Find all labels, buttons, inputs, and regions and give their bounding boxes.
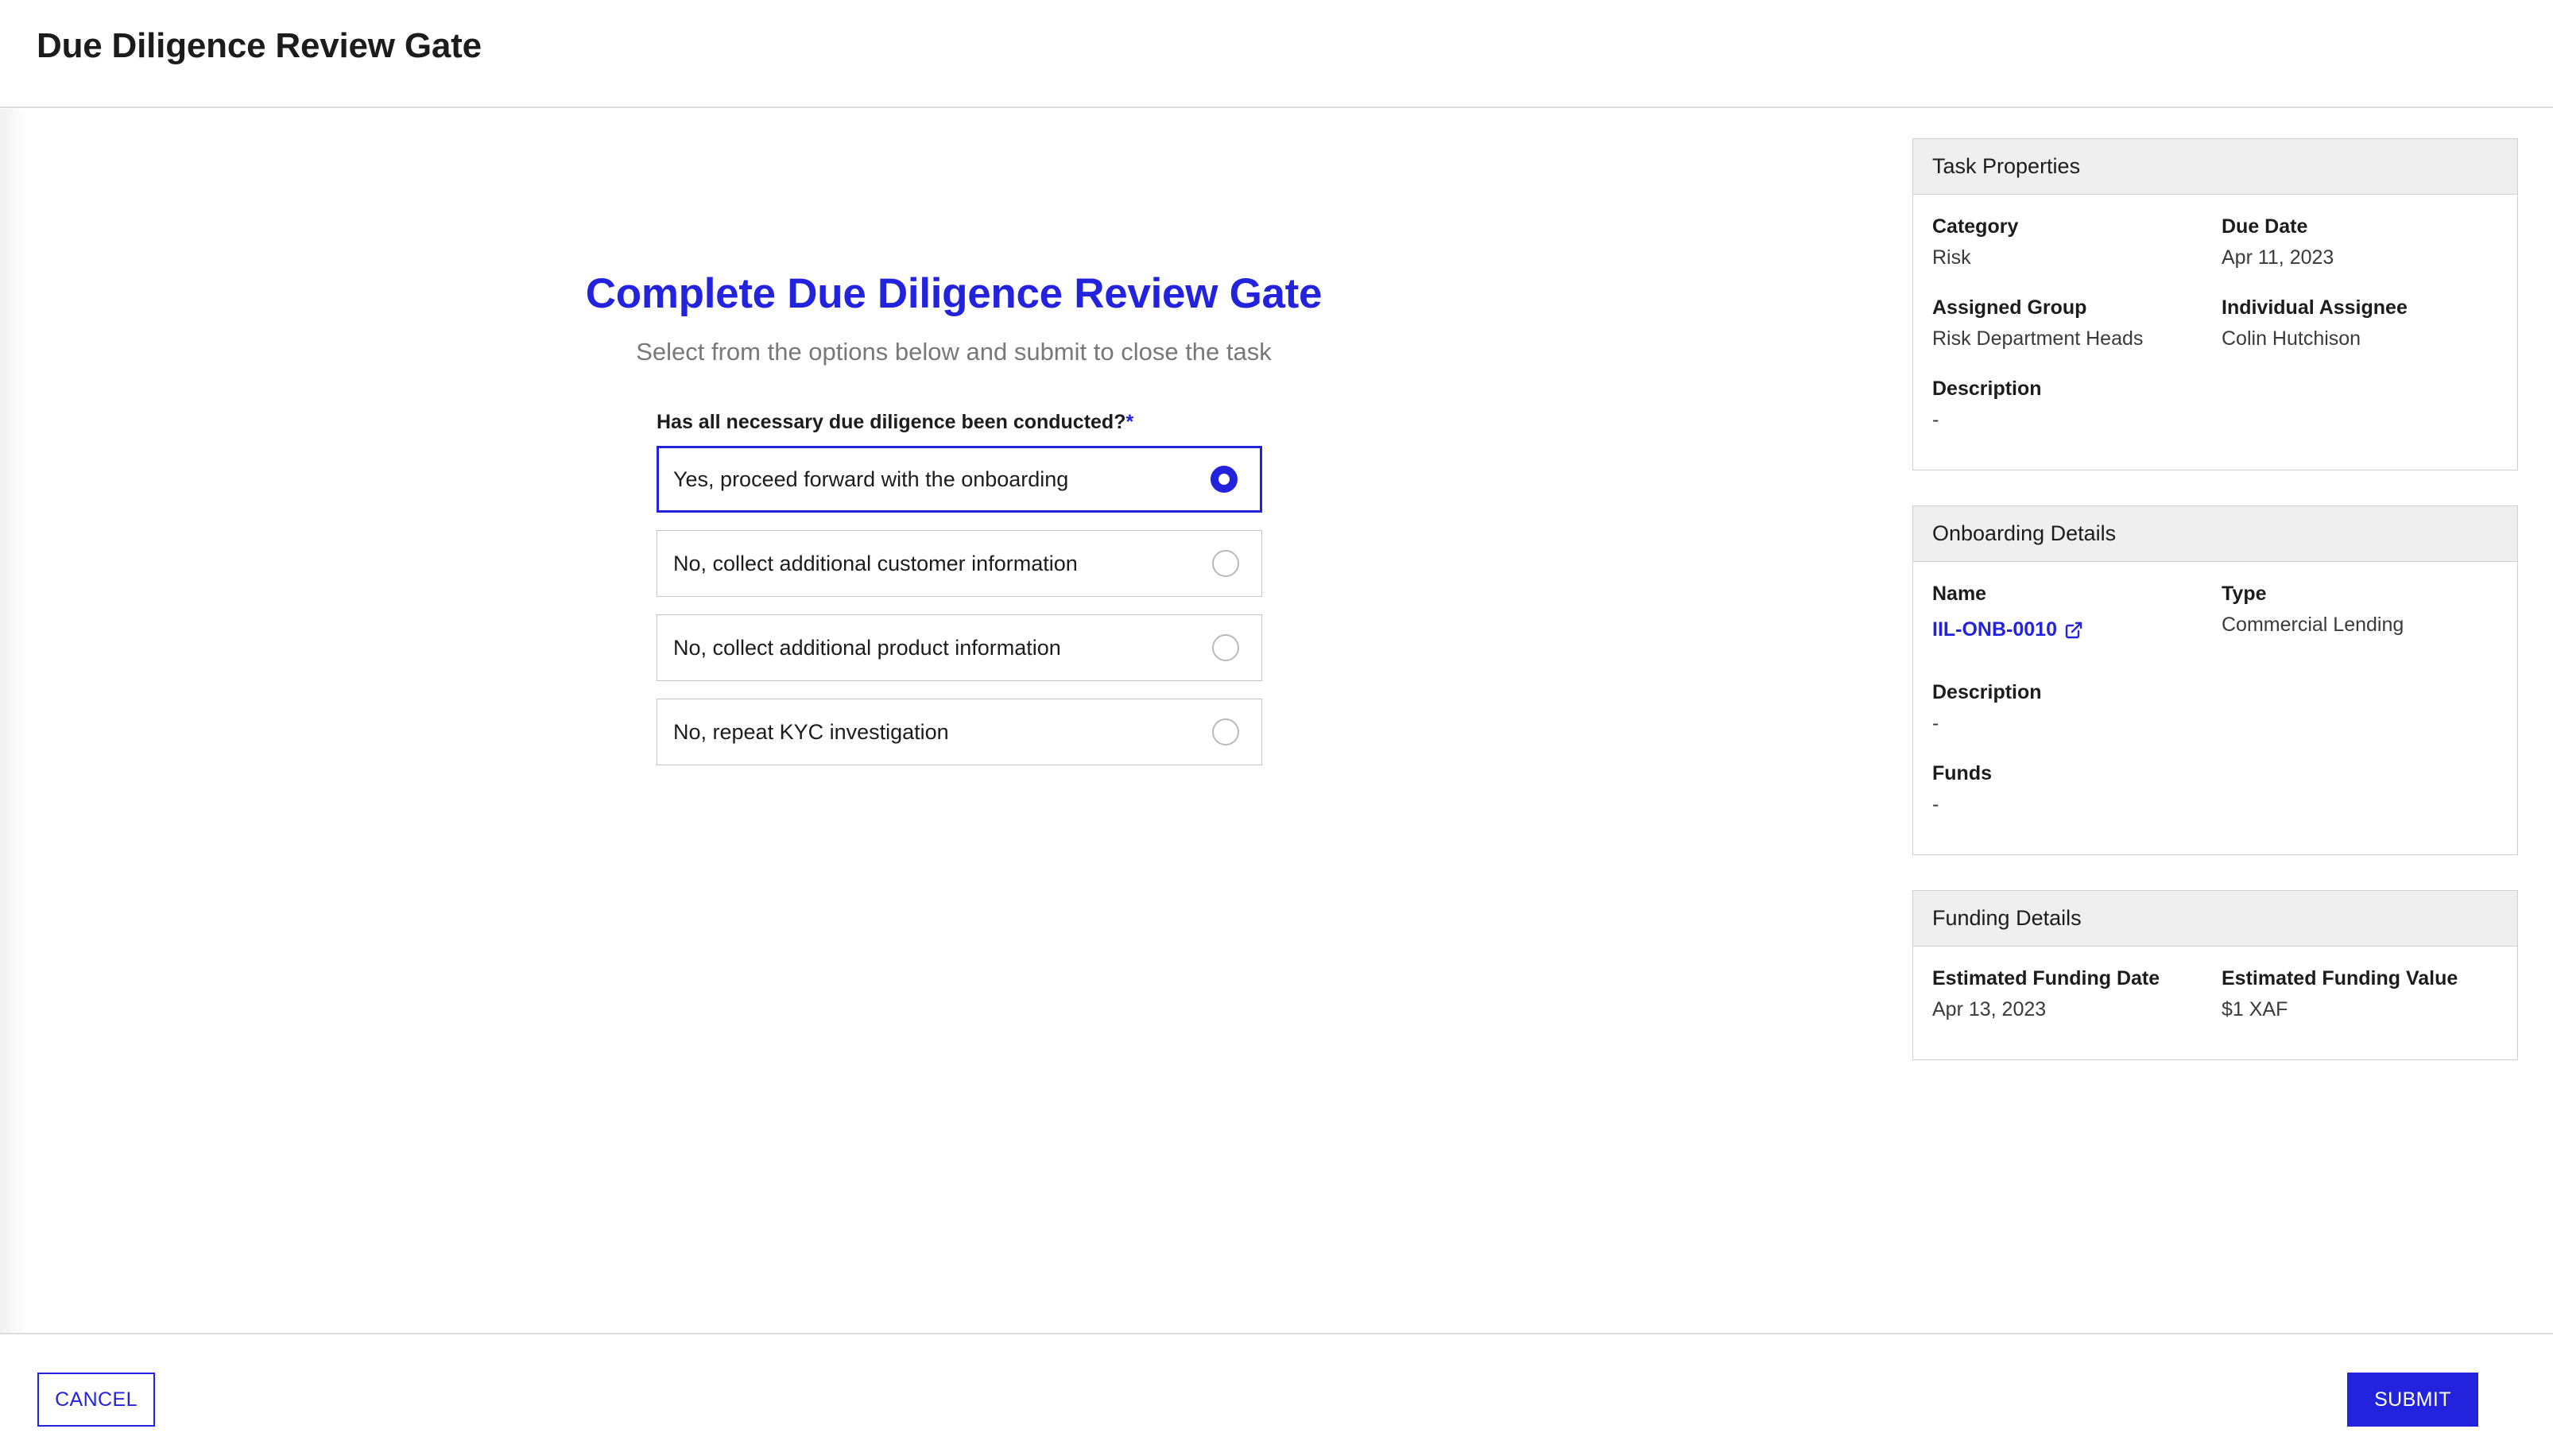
required-asterisk: * — [1125, 411, 1134, 433]
field-grid: Estimated Funding Date Estimated Funding… — [1932, 966, 2498, 1036]
submit-button[interactable]: SUBMIT — [2347, 1373, 2478, 1427]
radio-option-repeat-kyc[interactable]: No, repeat KYC investigation — [657, 699, 1262, 765]
field-key-est-funding-date: Estimated Funding Date — [1932, 967, 2160, 989]
question-block: Has all necessary due diligence been con… — [657, 411, 1262, 783]
field-key-name: Name — [1932, 583, 1987, 605]
field-value-type: Commercial Lending — [2222, 614, 2404, 636]
page-title: Due Diligence Review Gate — [37, 26, 482, 65]
radio-button-unselected[interactable] — [1212, 550, 1239, 577]
radio-option-label: Yes, proceed forward with the onboarding — [673, 467, 1069, 491]
page-root: Due Diligence Review Gate Complete Due D… — [0, 0, 2553, 1456]
cancel-button[interactable]: CANCEL — [37, 1373, 155, 1427]
panel-onboarding-details: Onboarding Details Name Type IIL-ONB-001… — [1912, 505, 2518, 855]
field-value-name-wrapper: IIL-ONB-0010 — [1932, 612, 2209, 656]
field-value-est-funding-value: $1 XAF — [2222, 998, 2288, 1020]
field-value-due-date: Apr 11, 2023 — [2222, 246, 2334, 269]
radio-button-unselected[interactable] — [1212, 634, 1239, 661]
panel-body: Estimated Funding Date Estimated Funding… — [1913, 947, 2517, 1059]
panel-title: Task Properties — [1913, 139, 2517, 195]
panel-body: Category Due Date Risk Apr 11, 2023 Assi… — [1913, 195, 2517, 470]
field-value-funds: - — [1932, 793, 1939, 815]
question-label: Has all necessary due diligence been con… — [657, 411, 1262, 434]
field-key-type: Type — [2222, 583, 2267, 605]
radio-option-collect-customer-info[interactable]: No, collect additional customer informat… — [657, 530, 1262, 597]
radio-option-label: No, collect additional customer informat… — [673, 551, 1078, 575]
panel-title: Funding Details — [1913, 891, 2517, 947]
form-heading: Complete Due Diligence Review Gate — [585, 270, 1323, 317]
onboarding-name-link[interactable]: IIL-ONB-0010 — [1932, 617, 2083, 643]
field-value-spacer — [2222, 711, 2498, 737]
field-key-onboarding-description: Description — [1932, 681, 2042, 703]
radio-option-collect-product-info[interactable]: No, collect additional product informati… — [657, 614, 1262, 681]
field-key-category: Category — [1932, 215, 2019, 238]
panel-funding-details: Funding Details Estimated Funding Date E… — [1912, 890, 2518, 1060]
field-value-individual-assignee: Colin Hutchison — [2222, 327, 2361, 350]
field-key-spacer — [2222, 680, 2498, 706]
form-subheading: Select from the options below and submit… — [636, 338, 1272, 366]
side-panels: Task Properties Category Due Date Risk A… — [1912, 138, 2518, 1095]
radio-option-yes-proceed[interactable]: Yes, proceed forward with the onboarding — [657, 446, 1262, 513]
radio-button-selected[interactable] — [1211, 466, 1238, 493]
question-label-text: Has all necessary due diligence been con… — [657, 411, 1126, 433]
field-key-assigned-group: Assigned Group — [1932, 296, 2087, 319]
field-value-est-funding-date: Apr 13, 2023 — [1932, 998, 2047, 1020]
field-key-due-date: Due Date — [2222, 215, 2308, 238]
onboarding-name-link-text: IIL-ONB-0010 — [1932, 618, 2057, 641]
field-grid: Category Due Date Risk Apr 11, 2023 Assi… — [1932, 214, 2498, 446]
field-value-assigned-group: Risk Department Heads — [1932, 327, 2144, 350]
field-key-description: Description — [1932, 378, 2042, 400]
panel-title: Onboarding Details — [1913, 506, 2517, 562]
field-value-spacer — [2222, 792, 2498, 818]
radio-button-unselected[interactable] — [1212, 718, 1239, 745]
footer-bar — [0, 1333, 2553, 1456]
radio-option-label: No, repeat KYC investigation — [673, 719, 949, 744]
field-key-funds: Funds — [1932, 762, 1992, 784]
external-link-icon — [2064, 621, 2083, 640]
field-key-spacer — [2222, 376, 2498, 402]
field-value-spacer — [2222, 407, 2498, 433]
field-key-est-funding-value: Estimated Funding Value — [2222, 967, 2458, 989]
app-header: Due Diligence Review Gate — [0, 0, 2553, 108]
field-key-spacer — [2222, 761, 2498, 787]
field-grid: Name Type IIL-ONB-0010 Commercial Lendin… — [1932, 581, 2498, 831]
field-value-category: Risk — [1932, 246, 1971, 269]
field-key-individual-assignee: Individual Assignee — [2222, 296, 2408, 319]
field-value-onboarding-description: - — [1932, 712, 1939, 734]
panel-body: Name Type IIL-ONB-0010 Commercial Lendin… — [1913, 562, 2517, 854]
radio-option-label: No, collect additional product informati… — [673, 635, 1061, 660]
field-value-description: - — [1932, 409, 1939, 431]
form-area: Complete Due Diligence Review Gate Selec… — [0, 109, 1908, 1333]
panel-task-properties: Task Properties Category Due Date Risk A… — [1912, 138, 2518, 470]
